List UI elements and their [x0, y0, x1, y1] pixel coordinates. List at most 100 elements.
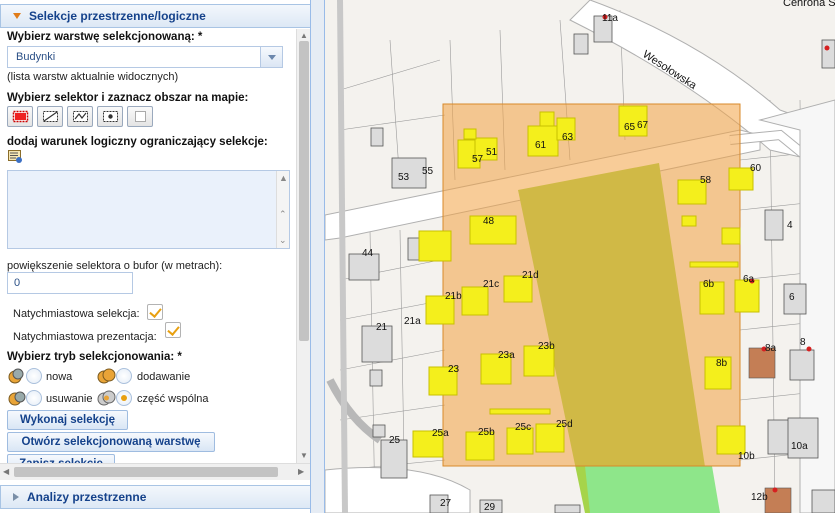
label-57: 57	[472, 154, 484, 165]
freehand-selector-button[interactable]	[67, 106, 93, 127]
polygon-select-icon	[43, 111, 58, 122]
map-drawing[interactable]: Wesołowska Cehrona Srod 11a 53 55 57 51 …	[325, 0, 835, 513]
label-23: 23	[448, 364, 460, 375]
label-8a: 8a	[765, 343, 777, 354]
instant-presentation-checkbox[interactable]	[165, 322, 181, 338]
scroll-up-icon[interactable]: ▲	[300, 31, 308, 40]
rectangle-selector-button[interactable]	[7, 106, 33, 127]
execute-selection-button[interactable]: Wykonaj selekcję	[7, 410, 128, 430]
label-25d: 25d	[556, 419, 573, 430]
mode-new-label: nowa	[46, 371, 73, 383]
chevron-down-icon[interactable]	[260, 47, 282, 67]
selection-panel: Selekcje przestrzenne/logiczne Wybierz w…	[0, 0, 311, 513]
mode-add-label: dodawanie	[137, 371, 191, 383]
clear-selector-button[interactable]	[127, 106, 153, 127]
spatial-selection-title: Selekcje przestrzenne/logiczne	[29, 9, 206, 23]
spatial-analysis-header[interactable]: Analizy przestrzenne	[0, 485, 310, 509]
scroll-right-icon[interactable]: ▶	[298, 467, 304, 476]
mode-add-radio[interactable]	[116, 368, 132, 384]
label-10b: 10b	[738, 451, 755, 462]
label-63: 63	[562, 132, 574, 143]
map-canvas[interactable]: Wesołowska Cehrona Srod 11a 53 55 57 51 …	[325, 0, 835, 513]
label-21c: 21c	[483, 279, 499, 290]
label-11a: 11a	[602, 13, 618, 24]
mode-remove-radio[interactable]	[26, 390, 42, 406]
point-selector-button[interactable]	[97, 106, 123, 127]
rectangle-select-icon	[12, 110, 29, 123]
instant-selection-label: Natychmiastowa selekcja:	[13, 308, 140, 320]
label-55: 55	[422, 166, 434, 177]
condition-label: dodaj warunek logiczny ograniczający sel…	[7, 136, 268, 148]
buffer-label: powiększenie selektora o bufor (w metrac…	[7, 260, 223, 272]
label-67: 67	[637, 120, 649, 131]
label-21a: 21a	[404, 316, 421, 327]
mode-intersect-radio[interactable]	[116, 390, 132, 406]
expand-arrow-icon	[13, 493, 19, 501]
scroll-up-icon[interactable]: ⌃	[279, 209, 287, 220]
scroll-left-icon[interactable]: ◀	[3, 467, 9, 476]
label-27: 27	[440, 498, 452, 509]
label-58: 58	[700, 175, 712, 186]
label-51: 51	[486, 147, 498, 158]
intersect-selection-icon	[97, 390, 116, 406]
label-53: 53	[398, 172, 410, 183]
label-23b: 23b	[538, 341, 555, 352]
panel-horizontal-scrollbar[interactable]: ◀ ▶	[0, 463, 310, 480]
panel-splitter[interactable]	[311, 0, 325, 513]
label-48: 48	[483, 216, 495, 227]
label-6a: 6a	[743, 274, 755, 285]
green-strip-bottom	[585, 466, 720, 513]
scroll-down-icon[interactable]: ▼	[300, 451, 308, 460]
new-selection-icon	[8, 368, 24, 384]
label-21d: 21d	[522, 270, 539, 281]
corner-label: Cehrona Srod	[783, 0, 835, 9]
label-21: 21	[376, 322, 388, 333]
mode-new-radio[interactable]	[26, 368, 42, 384]
label-65: 65	[624, 122, 636, 133]
add-selection-icon	[97, 368, 116, 384]
scroll-down-icon[interactable]: ⌄	[279, 235, 287, 246]
query-builder-icon[interactable]	[8, 150, 24, 164]
label-25b: 25b	[478, 427, 495, 438]
layer-select[interactable]: Budynki	[7, 46, 283, 68]
label-61: 61	[535, 140, 547, 151]
mode-remove-label: usuwanie	[46, 393, 93, 405]
label-44: 44	[362, 248, 374, 259]
condition-textarea[interactable]: ▲ ⌃ ⌄	[7, 170, 290, 249]
instant-presentation-label: Natychmiastowa prezentacja:	[13, 331, 157, 343]
layer-select-value: Budynki	[16, 51, 56, 63]
label-25: 25	[389, 435, 401, 446]
buffer-value: 0	[14, 277, 21, 289]
scroll-up-icon[interactable]: ▲	[279, 173, 288, 183]
label-23a: 23a	[498, 350, 515, 361]
save-selection-button[interactable]: Zapisz selekcję	[7, 454, 115, 463]
scrollbar-thumb[interactable]	[14, 467, 278, 477]
scrollbar-thumb[interactable]	[299, 41, 309, 341]
spatial-selection-header[interactable]: Selekcje przestrzenne/logiczne	[0, 4, 310, 28]
blank-select-icon	[135, 111, 146, 122]
point-select-icon	[103, 111, 118, 122]
label-25c: 25c	[515, 422, 531, 433]
mode-label: Wybierz tryb selekcjonowania: *	[7, 351, 182, 363]
buffer-input[interactable]: 0	[7, 272, 133, 294]
label-8b: 8b	[716, 358, 728, 369]
panel-vertical-scrollbar[interactable]: ▲ ▼	[296, 29, 310, 463]
selection-form: Wybierz warstwę selekcjonowaną: * Budynk…	[0, 29, 296, 463]
label-21b: 21b	[445, 291, 462, 302]
label-4: 4	[787, 220, 793, 231]
polygon-selector-button[interactable]	[37, 106, 63, 127]
label-6b: 6b	[703, 279, 715, 290]
label-60: 60	[750, 163, 762, 174]
label-12b: 12b	[751, 492, 768, 503]
collapse-arrow-icon	[13, 13, 21, 19]
layer-hint: (lista warstw aktualnie widocznych)	[7, 71, 179, 83]
selector-label: Wybierz selektor i zaznacz obszar na map…	[7, 92, 249, 104]
freehand-select-icon	[73, 111, 88, 122]
remove-selection-icon	[8, 391, 26, 406]
instant-selection-checkbox[interactable]	[147, 304, 163, 320]
label-25a: 25a	[432, 428, 449, 439]
label-8: 8	[800, 337, 806, 348]
open-layer-button[interactable]: Otwórz selekcjonowaną warstwę	[7, 432, 215, 452]
textarea-scrollbar[interactable]: ▲ ⌃ ⌄	[276, 171, 289, 248]
label-29: 29	[484, 502, 496, 513]
